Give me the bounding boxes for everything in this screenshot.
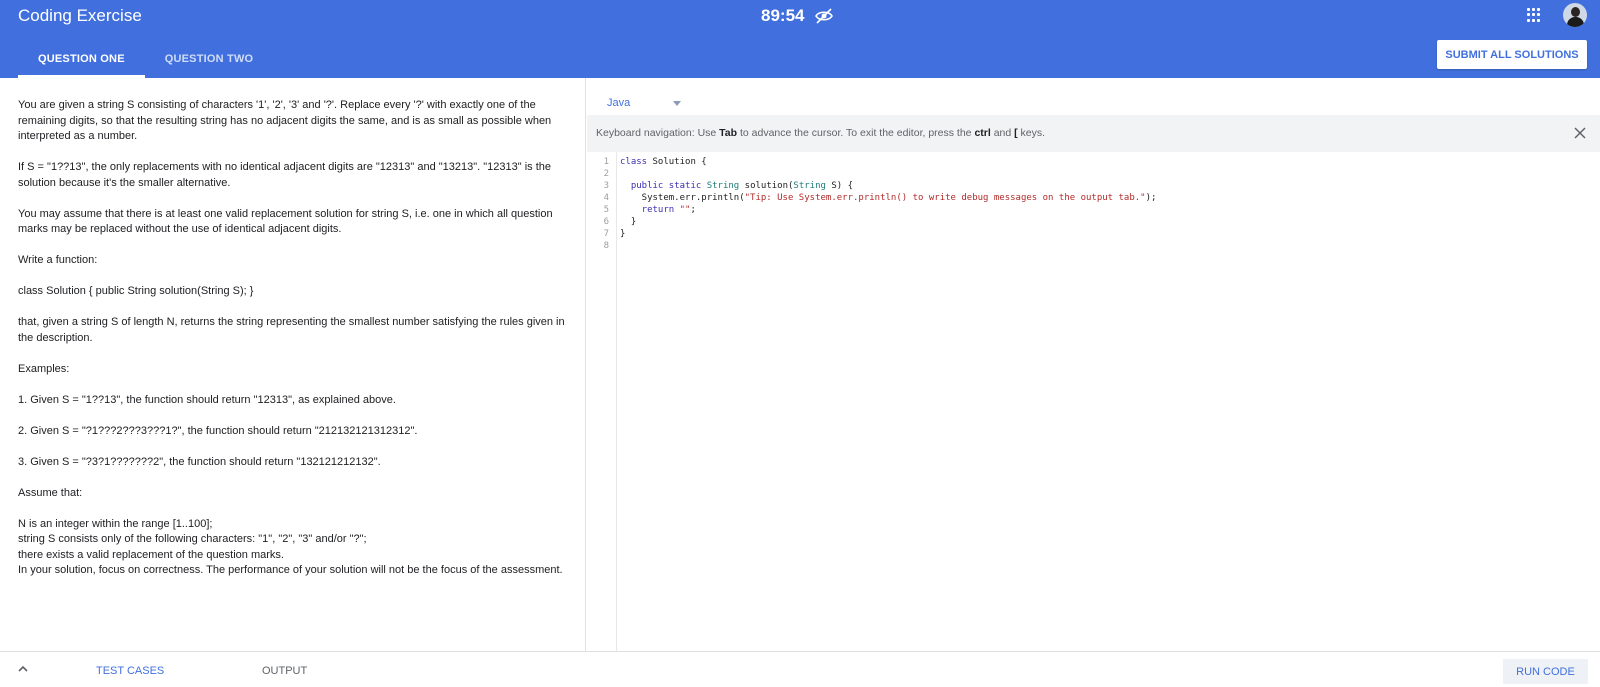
problem-paragraph: You are given a string S consisting of c… xyxy=(18,99,552,142)
line-number: 1 xyxy=(603,157,609,167)
top-app-bar: Coding Exercise 89:54 QUESTION ONE QUEST… xyxy=(0,0,1600,78)
line-number-gutter: 1 2 3 4 5 6 7 8 xyxy=(587,152,617,651)
question-tabs: QUESTION ONE QUESTION TWO xyxy=(18,44,273,78)
chevron-up-icon[interactable] xyxy=(16,662,30,676)
code-line: return ""; xyxy=(620,205,696,215)
countdown-timer: 89:54 xyxy=(761,6,805,25)
code-line: class Solution { xyxy=(620,157,707,167)
language-select-value: Java xyxy=(607,97,631,109)
line-number: 3 xyxy=(603,181,609,191)
apps-grid-icon[interactable] xyxy=(1527,8,1541,22)
timer-group: 89:54 xyxy=(761,6,834,26)
app-title: Coding Exercise xyxy=(18,6,142,25)
line-number: 4 xyxy=(603,193,609,203)
assumption-item: there exists a valid replacement of the … xyxy=(18,548,284,561)
problem-paragraph: You may assume that there is at least on… xyxy=(18,207,553,236)
language-select[interactable]: Java xyxy=(607,91,687,115)
code-content[interactable]: class Solution { public static String so… xyxy=(620,156,1156,252)
problem-paragraph: If S = "1??13", the only replacements wi… xyxy=(18,161,552,189)
close-icon[interactable] xyxy=(1572,125,1588,141)
tab-test-cases[interactable]: TEST CASES xyxy=(96,665,164,677)
avatar[interactable] xyxy=(1563,3,1587,27)
code-line: public static String solution(String S) … xyxy=(630,181,854,191)
keyboard-navigation-hint: Keyboard navigation: Use Tab to advance … xyxy=(587,115,1600,152)
problem-paragraph: Write a function: xyxy=(18,254,98,266)
code-line: } xyxy=(620,217,637,227)
assumption-item: string S consists only of the following … xyxy=(18,533,367,545)
problem-paragraph: that, given a string S of length N, retu… xyxy=(18,316,565,344)
submit-all-solutions-button[interactable]: SUBMIT ALL SOLUTIONS xyxy=(1437,40,1587,69)
chevron-down-icon xyxy=(673,100,681,106)
tab-question-two[interactable]: QUESTION TWO xyxy=(145,44,274,78)
code-line: System.err.println("Tip: Use System.err.… xyxy=(620,193,1157,203)
function-signature: class Solution { public String solution(… xyxy=(18,285,254,297)
line-number: 6 xyxy=(603,217,609,227)
problem-description: You are given a string S consisting of c… xyxy=(0,78,586,651)
hide-timer-icon[interactable] xyxy=(814,6,834,26)
line-number: 5 xyxy=(603,205,609,215)
line-number: 7 xyxy=(603,229,609,239)
example-item: 1. Given S = "1??13", the function shoul… xyxy=(18,393,396,406)
editor-panel: Java Keyboard navigation: Use Tab to adv… xyxy=(587,78,1600,651)
examples-heading: Examples: xyxy=(18,362,70,375)
bottom-panel-bar: TEST CASES OUTPUT RUN CODE xyxy=(0,651,1600,687)
tab-output[interactable]: OUTPUT xyxy=(262,665,307,677)
code-editor[interactable]: 1 2 3 4 5 6 7 8 class Solution { public … xyxy=(587,152,1600,651)
assumption-item: In your solution, focus on correctness. … xyxy=(18,564,563,576)
tab-question-one[interactable]: QUESTION ONE xyxy=(18,44,145,78)
run-code-button[interactable]: RUN CODE xyxy=(1503,659,1588,684)
example-item: 2. Given S = "?1???2???3???1?", the func… xyxy=(18,424,418,437)
line-number: 8 xyxy=(603,241,609,251)
assumptions-heading: Assume that: xyxy=(18,486,83,499)
example-item: 3. Given S = "?3?1???????2", the functio… xyxy=(18,455,381,468)
assumption-item: N is an integer within the range [1..100… xyxy=(18,517,213,530)
code-line: } xyxy=(620,229,626,239)
line-number: 2 xyxy=(603,169,609,179)
